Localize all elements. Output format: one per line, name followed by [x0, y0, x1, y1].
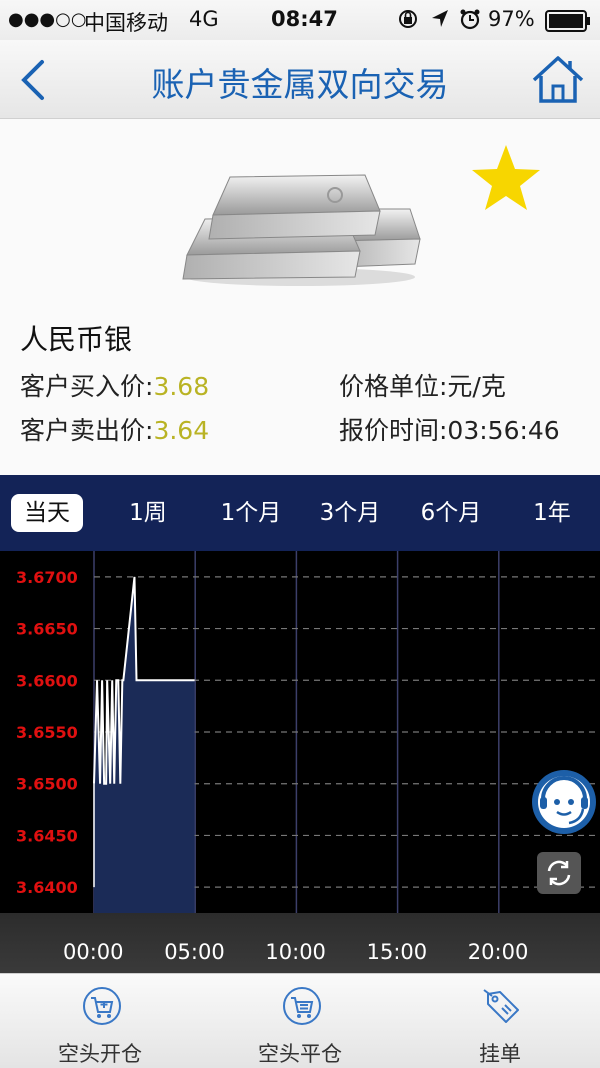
time-axis: 00:00 05:00 10:00 15:00 20:00	[0, 913, 600, 973]
open-short-label: 空头开仓	[58, 1042, 142, 1066]
product-name: 人民币银	[20, 323, 133, 356]
refresh-icon	[537, 852, 581, 894]
price-chart-svg: 3.6700 3.6650 3.6600 3.6550 3.6500 3.6450 3.64…	[16, 551, 600, 913]
sell-price: 客户卖出价:3.64	[20, 411, 209, 447]
y-tick-label: 3.6700	[16, 568, 78, 587]
home-icon	[532, 56, 584, 103]
signal-strength: ●●●○○	[8, 9, 87, 30]
cart-minus-icon	[283, 987, 321, 1025]
y-tick-label: 3.6650	[16, 620, 78, 639]
tab-6-months[interactable]: 6个月	[406, 494, 496, 532]
price-unit: 价格单位:元/克	[339, 372, 506, 401]
price-chart: 3.6700 3.6650 3.6600 3.6550 3.6500 3.6450 3.64…	[0, 551, 600, 913]
carrier-name: 中国移动	[84, 11, 168, 35]
y-tick-label: 3.6400	[16, 878, 78, 897]
x-tick-label: 10:00	[265, 940, 326, 964]
y-tick-label: 3.6500	[16, 775, 78, 794]
status-bar: ●●●○○ 中国移动 4G 08:47 97%	[0, 0, 600, 40]
pending-order-button[interactable]: 挂单	[400, 974, 600, 1068]
customer-service-button[interactable]	[531, 769, 597, 835]
x-tick-label: 15:00	[366, 940, 428, 964]
close-short-button[interactable]: 空头平仓	[200, 974, 400, 1068]
tab-1-week[interactable]: 1周	[112, 494, 184, 532]
battery-percent: 97%	[488, 7, 535, 31]
refresh-button[interactable]	[536, 851, 582, 895]
x-tick-label: 20:00	[467, 940, 529, 964]
x-tick-label: 05:00	[164, 940, 225, 964]
tab-today[interactable]: 当天	[11, 494, 83, 532]
alarm-icon	[459, 8, 481, 35]
tab-3-months[interactable]: 3个月	[305, 494, 395, 532]
orientation-lock-icon	[397, 8, 419, 35]
pending-order-label: 挂单	[479, 1042, 521, 1066]
home-button[interactable]	[530, 54, 586, 106]
period-tabs: 当天 1周 1个月 3个月 6个月 1年	[0, 475, 600, 551]
cart-plus-icon	[83, 987, 121, 1025]
buy-price: 客户买入价:3.68	[20, 367, 209, 403]
silver-bar-image	[182, 174, 421, 286]
x-tick-label: 00:00	[63, 940, 124, 964]
location-icon	[430, 8, 450, 35]
tab-1-year[interactable]: 1年	[516, 494, 588, 532]
tag-icon	[483, 989, 519, 1023]
network-type: 4G	[189, 7, 219, 31]
y-tick-label: 3.6550	[16, 723, 78, 742]
y-tick-label: 3.6600	[16, 671, 78, 690]
sell-price-value: 3.64	[153, 416, 210, 445]
tab-1-month[interactable]: 1个月	[206, 494, 296, 532]
bottom-action-bar: 空头开仓 空头平仓 挂单	[0, 973, 600, 1068]
close-short-label: 空头平仓	[258, 1042, 342, 1066]
status-time: 08:47	[271, 7, 338, 31]
favorite-button[interactable]	[470, 143, 542, 213]
sell-price-label: 客户卖出价:	[20, 416, 154, 445]
y-tick-label: 3.6450	[16, 826, 78, 845]
page-title: 账户贵金属双向交易	[151, 65, 449, 104]
nav-bar: 账户贵金属双向交易	[0, 40, 600, 119]
star-icon	[472, 145, 540, 210]
open-short-button[interactable]: 空头开仓	[0, 974, 200, 1068]
buy-price-value: 3.68	[153, 372, 210, 401]
quote-time: 报价时间:03:56:46	[339, 416, 560, 445]
buy-price-label: 客户买入价:	[20, 372, 154, 401]
customer-service-icon	[532, 770, 596, 834]
battery-icon	[545, 10, 593, 37]
